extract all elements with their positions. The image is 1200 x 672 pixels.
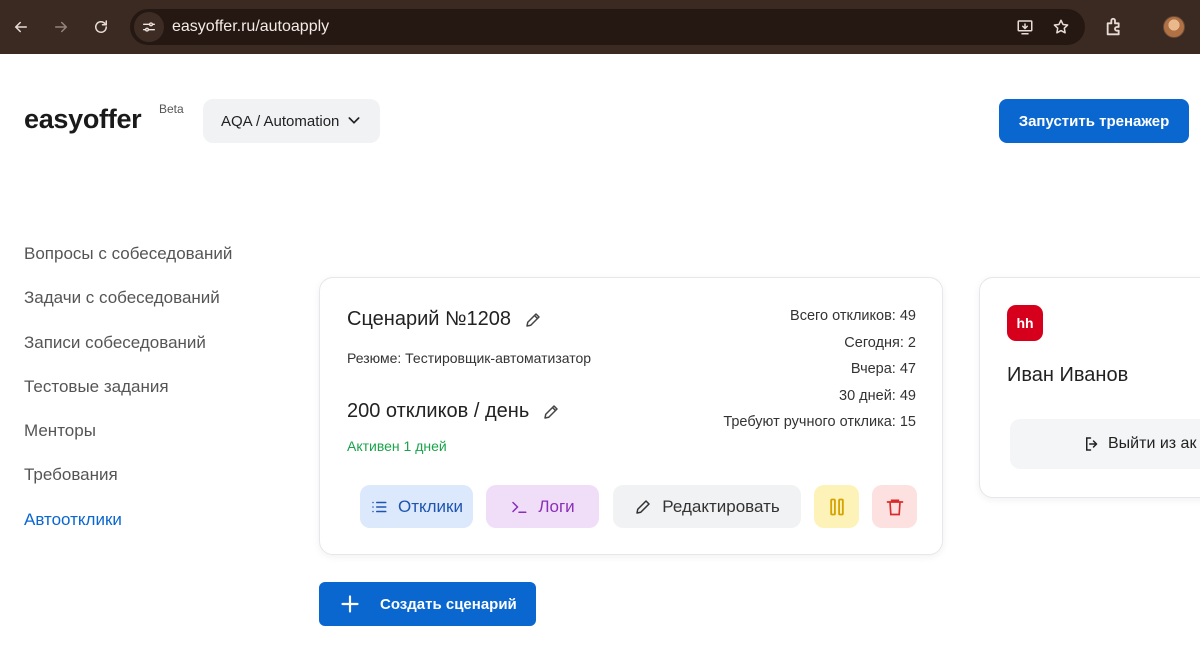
scenario-stats: Всего откликов: 49 Сегодня: 2 Вчера: 47 … xyxy=(723,306,916,439)
chevron-down-icon xyxy=(348,117,360,124)
stat-manual-required: Требуют ручного отклика: 15 xyxy=(723,414,916,431)
scenario-title: Сценарий №1208 xyxy=(347,308,511,330)
sidebar-item-interview-recordings[interactable]: Записи собеседований xyxy=(24,331,232,375)
forward-arrow-icon[interactable] xyxy=(48,14,74,40)
edit-per-day-pencil-icon[interactable] xyxy=(542,403,560,421)
browser-toolbar: easyoffer.ru/autoapply xyxy=(0,0,1200,54)
terminal-icon xyxy=(512,501,527,513)
site-settings-icon[interactable] xyxy=(134,12,164,42)
stat-yesterday: Вчера: 47 xyxy=(850,361,916,378)
responses-button-label: Отклики xyxy=(398,496,463,516)
address-bar[interactable]: easyoffer.ru/autoapply xyxy=(130,9,1085,45)
sidebar-item-autoapply[interactable]: Автоотклики xyxy=(24,508,232,552)
sidebar-item-test-assignments[interactable]: Тестовые задания xyxy=(24,375,232,419)
logo[interactable]: easyoffer xyxy=(24,104,142,135)
logout-button[interactable]: Выйти из ак xyxy=(1010,419,1200,469)
edit-title-pencil-icon[interactable] xyxy=(524,311,542,329)
trash-icon xyxy=(886,499,903,515)
install-app-icon[interactable] xyxy=(1015,17,1035,37)
extensions-icon[interactable] xyxy=(1104,16,1126,38)
edit-button-label: Редактировать xyxy=(662,496,780,516)
logs-button-label: Логи xyxy=(538,496,575,516)
start-trainer-button[interactable]: Запустить тренажер xyxy=(999,99,1189,143)
account-name: Иван Иванов xyxy=(1007,364,1129,386)
responses-button[interactable]: Отклики xyxy=(360,485,473,528)
beta-badge: Beta xyxy=(159,102,184,116)
sidebar-item-requirements[interactable]: Требования xyxy=(24,463,232,507)
account-card: hh Иван Иванов Выйти из ак xyxy=(979,277,1200,498)
create-scenario-button[interactable]: Создать сценарий xyxy=(319,582,536,626)
status-badge: Активен 1 дней xyxy=(347,438,447,454)
back-arrow-icon[interactable] xyxy=(8,14,34,40)
pencil-icon xyxy=(636,499,651,514)
stat-today: Сегодня: 2 xyxy=(844,334,916,351)
create-scenario-label: Создать сценарий xyxy=(380,595,517,613)
profile-avatar[interactable] xyxy=(1163,16,1185,38)
bookmark-star-icon[interactable] xyxy=(1051,17,1071,37)
logout-label: Выйти из ак xyxy=(1108,435,1197,452)
responses-per-day: 200 откликов / день xyxy=(347,400,530,422)
logout-icon xyxy=(1086,437,1098,451)
stat-total: Всего откликов: 49 xyxy=(790,308,916,324)
sidebar-item-interview-tasks[interactable]: Задачи с собеседований xyxy=(24,286,232,330)
sidebar-item-mentors[interactable]: Менторы xyxy=(24,419,232,463)
edit-button[interactable]: Редактировать xyxy=(613,485,801,528)
role-select-value: AQA / Automation xyxy=(221,112,340,130)
delete-button[interactable] xyxy=(872,485,917,528)
role-select[interactable]: AQA / Automation xyxy=(203,99,380,143)
scenario-card: Сценарий №1208 Резюме: Тестировщик-автом… xyxy=(319,277,943,555)
pause-icon xyxy=(829,498,844,515)
hh-logo: hh xyxy=(1007,305,1043,341)
url-text[interactable]: easyoffer.ru/autoapply xyxy=(172,18,329,36)
plus-icon xyxy=(341,595,359,613)
reload-icon[interactable] xyxy=(88,14,114,40)
sidebar-item-interview-questions[interactable]: Вопросы с собеседований xyxy=(24,242,232,286)
sidebar-nav: Вопросы с собеседований Задачи с собесед… xyxy=(24,242,232,552)
logs-button[interactable]: Логи xyxy=(486,485,599,528)
resume-label: Резюме: Тестировщик-автоматизатор xyxy=(347,350,592,366)
pause-button[interactable] xyxy=(814,485,859,528)
stat-30-days: 30 дней: 49 xyxy=(839,387,916,404)
list-icon xyxy=(372,501,387,512)
